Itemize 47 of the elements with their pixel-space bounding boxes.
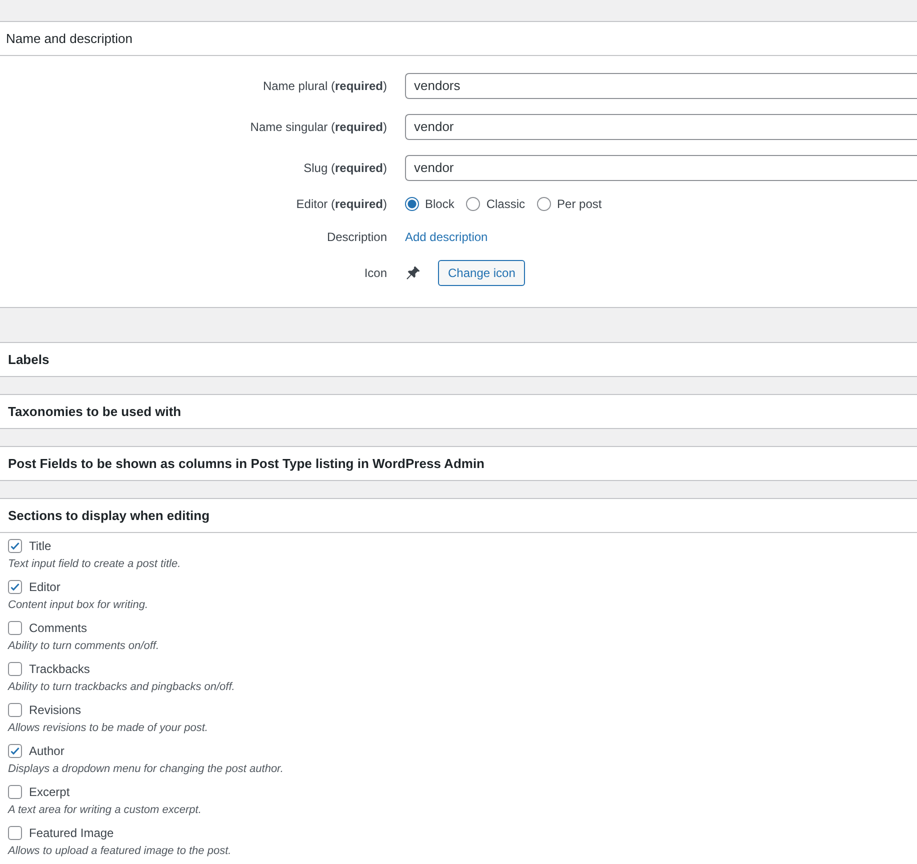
radio-label: Per post (557, 197, 602, 211)
option-description: Content input box for writing. (8, 598, 150, 613)
option-description: Ability to turn trackbacks and pingbacks on/off. (8, 680, 236, 695)
radio-label: Block (425, 197, 454, 211)
radio-button[interactable] (405, 197, 419, 211)
radio-label: Classic (486, 197, 526, 211)
checkbox[interactable] (8, 662, 22, 676)
checkbox-label: Featured Image (29, 826, 114, 840)
radio-button[interactable] (537, 197, 552, 211)
text-field[interactable]: vendor (405, 114, 917, 140)
option-description: Allows to upload a featured image to the post. (8, 844, 232, 859)
checkbox-label: Comments (29, 621, 88, 635)
checkbox[interactable] (8, 621, 22, 635)
checkbox[interactable] (8, 539, 22, 553)
checkbox-label: Excerpt (29, 785, 70, 799)
field-label: Description (326, 230, 387, 244)
change-icon-button[interactable]: Change icon (438, 260, 526, 286)
option-description: Displays a dropdown menu for changing the post author. (8, 762, 284, 777)
option-description: Allows revisions to be made of your post. (8, 721, 209, 736)
checkbox-label: Revisions (29, 703, 82, 717)
checkbox-label: Author (29, 744, 64, 758)
section-title[interactable]: Name and description (0, 22, 917, 56)
checkbox[interactable] (8, 744, 22, 758)
section-title[interactable]: Taxonomies to be used with (0, 395, 917, 428)
section-title[interactable]: Sections to display when editing (0, 499, 917, 532)
checkbox-label: Title (29, 539, 52, 553)
field-label: Slug (required) (304, 160, 387, 174)
option-description: A text area for writing a custom excerpt. (8, 803, 202, 818)
option-description: Ability to turn comments on/off. (8, 639, 160, 654)
section-title[interactable]: Labels (0, 343, 917, 376)
radio-button[interactable] (466, 197, 480, 211)
pushpin-icon (405, 265, 421, 281)
section-title[interactable]: Post Fields to be shown as columns in Post Type listing in WordPress Admin (0, 447, 917, 480)
text-field[interactable]: vendor (405, 154, 917, 180)
field-label: Name plural (required) (262, 78, 387, 92)
checkbox[interactable] (8, 580, 22, 594)
option-description: Text input field to create a post title. (8, 557, 182, 572)
field-label: Icon (364, 266, 387, 280)
checkbox[interactable] (8, 703, 22, 717)
checkbox[interactable] (8, 785, 22, 799)
checkbox-label: Trackbacks (29, 662, 90, 676)
checkbox[interactable] (8, 826, 22, 840)
field-label: Name singular (required) (250, 120, 387, 134)
field-label: Editor (required) (296, 197, 387, 211)
checkbox-label: Editor (29, 580, 60, 594)
add-description-link[interactable]: Add description (405, 230, 488, 244)
text-field[interactable]: vendors (405, 72, 917, 98)
